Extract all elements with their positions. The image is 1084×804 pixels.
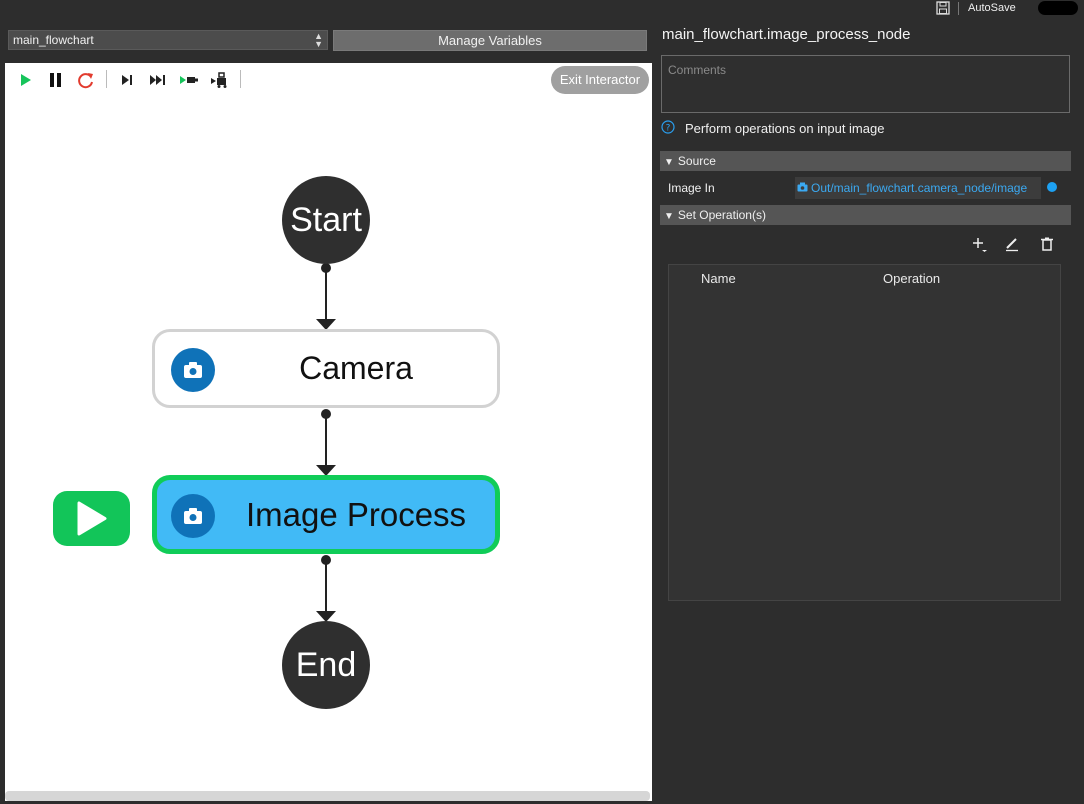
connector-camera-process — [316, 409, 336, 476]
operations-section-header[interactable]: ▼ Set Operation(s) — [660, 205, 1071, 225]
manage-variables-button[interactable]: Manage Variables — [333, 30, 647, 51]
top-bar: AutoSave — [0, 0, 1084, 18]
column-header-operation[interactable]: Operation — [883, 271, 940, 286]
image-process-node[interactable]: Image Process — [152, 475, 500, 554]
autosave-label: AutoSave — [968, 2, 1016, 14]
comments-placeholder: Comments — [668, 63, 727, 77]
delete-icon[interactable] — [1039, 236, 1055, 252]
source-section-header[interactable]: ▼ Source — [660, 151, 1071, 171]
connection-dot-icon[interactable] — [1047, 182, 1057, 192]
node-description: Perform operations on input image — [685, 121, 885, 136]
operations-table[interactable]: Name Operation — [668, 264, 1061, 601]
autosave-toggle[interactable] — [1038, 1, 1078, 15]
horizontal-scrollbar[interactable] — [5, 791, 650, 801]
panel-title: main_flowchart.image_process_node — [662, 26, 911, 43]
connector-process-end — [316, 555, 336, 622]
camera-node[interactable]: Camera — [152, 329, 500, 408]
node-label: Camera — [299, 350, 413, 386]
help-icon[interactable]: ? — [661, 120, 675, 134]
column-header-name[interactable]: Name — [701, 271, 736, 286]
comments-field[interactable]: Comments — [661, 55, 1070, 113]
flowchart-select-value: main_flowchart — [13, 33, 94, 47]
section-label: Set Operation(s) — [677, 208, 766, 222]
collapse-triangle-icon: ▼ — [664, 157, 674, 168]
node-label: Image Process — [245, 495, 467, 533]
collapse-triangle-icon: ▼ — [664, 211, 674, 222]
camera-icon — [171, 494, 215, 538]
save-icon[interactable] — [936, 1, 950, 15]
select-arrows-icon: ▲ ▼ — [314, 31, 323, 49]
svg-text:?: ? — [666, 124, 671, 134]
flowchart-select[interactable]: main_flowchart ▲ ▼ — [8, 30, 328, 50]
add-icon[interactable] — [971, 236, 987, 252]
image-in-value: Out/main_flowchart.camera_node/image — [811, 181, 1028, 195]
image-in-label: Image In — [668, 181, 715, 195]
section-label: Source — [677, 154, 716, 168]
start-node[interactable]: Start — [282, 176, 370, 264]
camera-icon — [171, 348, 215, 392]
camera-icon — [797, 182, 808, 192]
play-icon — [77, 501, 107, 536]
image-in-field[interactable]: Out/main_flowchart.camera_node/image — [795, 177, 1041, 199]
running-indicator — [53, 491, 130, 546]
connector-start-camera — [316, 263, 336, 330]
topbar-divider — [958, 2, 959, 15]
edit-icon[interactable] — [1004, 236, 1020, 252]
end-node[interactable]: End — [282, 621, 370, 709]
flowchart-canvas[interactable]: Exit Interactor Start Camera Image Proce… — [5, 63, 652, 801]
